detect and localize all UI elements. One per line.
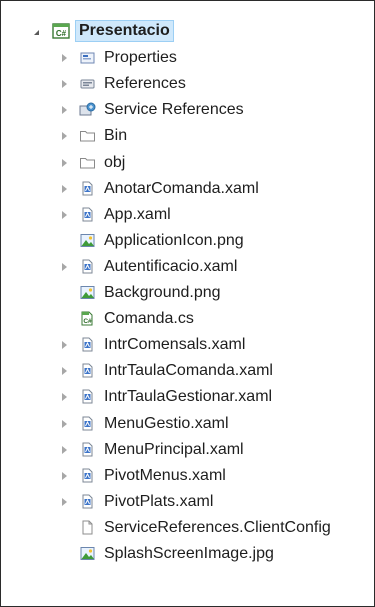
tree-item[interactable]: App.xaml (1, 202, 373, 228)
expand-arrow-icon[interactable] (59, 419, 69, 429)
xaml-file-icon (79, 180, 96, 197)
tree-item-label: MenuGestio.xaml (104, 414, 229, 432)
tree-item[interactable]: IntrTaulaComanda.xaml (1, 358, 373, 384)
expand-arrow-icon[interactable] (59, 471, 69, 481)
tree-item[interactable]: IntrComensals.xaml (1, 332, 373, 358)
tree-item[interactable]: MenuPrincipal.xaml (1, 437, 373, 463)
expand-arrow-icon[interactable] (59, 105, 69, 115)
tree-item[interactable]: IntrTaulaGestionar.xaml (1, 384, 373, 410)
tree-item[interactable]: PivotPlats.xaml (1, 489, 373, 515)
xaml-file-icon (79, 493, 96, 510)
svg-text:C#: C# (56, 29, 67, 38)
tree-item[interactable]: PivotMenus.xaml (1, 463, 373, 489)
expand-arrow-icon[interactable] (59, 131, 69, 141)
expand-arrow-icon[interactable] (59, 210, 69, 220)
folder-icon (79, 127, 96, 144)
tree-item-label: Background.png (104, 284, 221, 301)
xaml-file-icon (79, 336, 96, 353)
tree-item-label: PivotPlats.xaml (104, 492, 214, 510)
tree-item-label: AnotarComanda.xaml (104, 179, 259, 197)
expand-arrow-icon[interactable] (59, 53, 69, 63)
xaml-file-icon (79, 441, 96, 458)
properties-icon (79, 49, 96, 66)
folder-icon (79, 154, 96, 171)
tree-item-label: Bin (104, 127, 128, 145)
tree-item[interactable]: ServiceReferences.ClientConfig (1, 515, 373, 541)
tree-item[interactable]: References (1, 71, 373, 97)
xaml-file-icon (79, 362, 96, 379)
tree-item[interactable]: AnotarComanda.xaml (1, 176, 373, 202)
tree-item[interactable]: Service References (1, 97, 373, 123)
expand-arrow-icon[interactable] (59, 158, 69, 168)
tree-item[interactable]: SplashScreenImage.jpg (1, 541, 373, 567)
tree-item[interactable]: C# Comanda.cs (1, 306, 373, 332)
tree-item[interactable]: Bin (1, 123, 373, 149)
xaml-file-icon (79, 206, 96, 223)
project-label-selection[interactable]: Presentacio (75, 20, 174, 42)
tree-item-label: PivotMenus.xaml (104, 466, 226, 484)
tree-item[interactable]: obj (1, 150, 373, 176)
expand-arrow-icon[interactable] (59, 366, 69, 376)
tree-item-label: IntrTaulaGestionar.xaml (104, 388, 273, 406)
tree-item-label: Properties (104, 49, 177, 67)
expand-arrow-icon[interactable] (59, 184, 69, 194)
tree-item-label: ServiceReferences.ClientConfig (104, 518, 331, 536)
tree-item-label: MenuPrincipal.xaml (104, 440, 244, 458)
tree-item[interactable]: Properties (1, 45, 373, 71)
xaml-file-icon (79, 415, 96, 432)
config-file-icon (79, 519, 96, 536)
tree-item-label: IntrComensals.xaml (104, 336, 246, 354)
tree-item-label: SplashScreenImage.jpg (104, 545, 274, 562)
tree-item-label: Comanda.cs (104, 310, 194, 328)
tree-item-label: Service References (104, 101, 244, 119)
expand-arrow-icon[interactable] (59, 392, 69, 402)
csharp-file-icon: C# (79, 310, 96, 327)
xaml-file-icon (79, 467, 96, 484)
expand-arrow-icon[interactable] (59, 445, 69, 455)
xaml-file-icon (79, 388, 96, 405)
tree-item-label: obj (104, 153, 126, 171)
expand-arrow-icon[interactable] (59, 262, 69, 272)
project-node[interactable]: C# Presentacio (1, 19, 373, 45)
tree-item-label: Autentificacio.xaml (104, 257, 238, 275)
tree-item[interactable]: Autentificacio.xaml (1, 254, 373, 280)
expand-arrow-icon[interactable] (59, 340, 69, 350)
xaml-file-icon (79, 258, 96, 275)
image-file-icon (79, 284, 96, 301)
tree-item[interactable]: Background.png (1, 280, 373, 306)
service-references-icon (79, 101, 96, 118)
solution-explorer-panel: C# Presentacio Properties References Servi… (0, 0, 375, 607)
references-icon (79, 75, 96, 92)
csharp-project-icon: C# (52, 23, 70, 39)
collapse-arrow-icon[interactable] (31, 27, 41, 37)
tree-item-label: App.xaml (104, 205, 171, 223)
tree-item[interactable]: MenuGestio.xaml (1, 411, 373, 437)
tree-item-label: References (104, 75, 186, 93)
image-file-icon (79, 545, 96, 562)
expand-arrow-icon[interactable] (59, 497, 69, 507)
project-name: Presentacio (79, 22, 170, 39)
tree-item-label: ApplicationIcon.png (104, 231, 244, 249)
tree-item-label: IntrTaulaComanda.xaml (104, 362, 273, 380)
svg-text:C#: C# (83, 318, 92, 325)
tree-item[interactable]: ApplicationIcon.png (1, 228, 373, 254)
image-file-icon (79, 232, 96, 249)
expand-arrow-icon[interactable] (59, 79, 69, 89)
